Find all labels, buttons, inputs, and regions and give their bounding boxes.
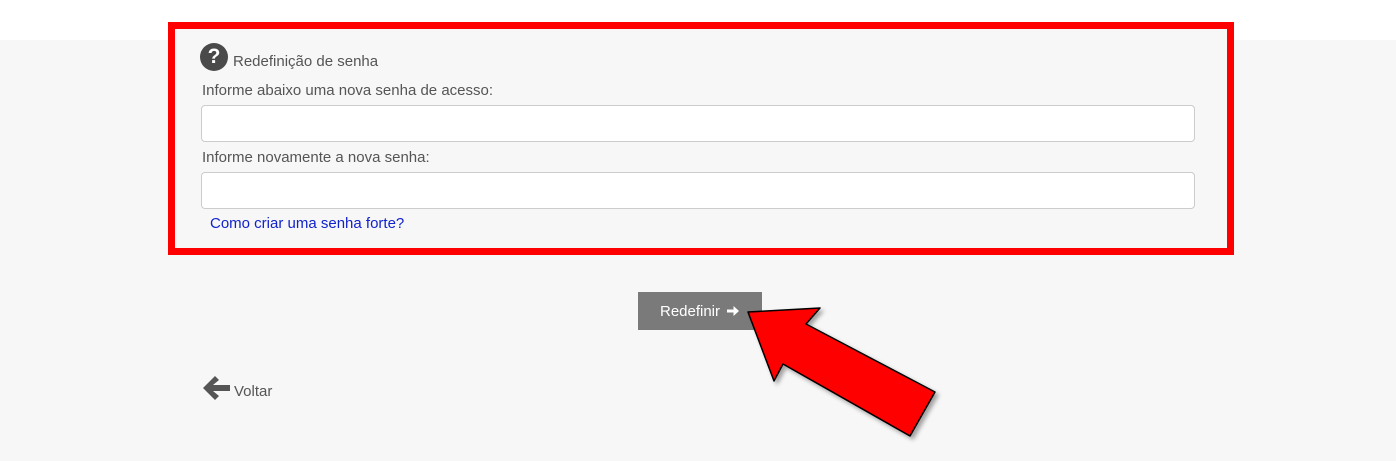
new-password-input[interactable] [201, 105, 1195, 142]
section-header: ? Redefinição de senha [200, 43, 378, 71]
strong-password-help-link[interactable]: Como criar uma senha forte? [210, 215, 404, 232]
new-password-label: Informe abaixo uma nova senha de acesso: [202, 82, 494, 99]
arrow-left-icon [203, 376, 230, 400]
arrow-right-icon [727, 306, 740, 316]
back-label: Voltar [234, 382, 273, 400]
annotation-arrow-icon [747, 307, 936, 437]
confirm-password-input[interactable] [201, 172, 1195, 209]
question-circle-icon[interactable]: ? [200, 43, 228, 71]
section-title: Redefinição de senha [233, 52, 379, 70]
redefine-button-label: Redefinir [659, 302, 721, 320]
confirm-password-label: Informe novamente a nova senha: [202, 149, 430, 166]
back-link[interactable]: Voltar [202, 374, 272, 402]
